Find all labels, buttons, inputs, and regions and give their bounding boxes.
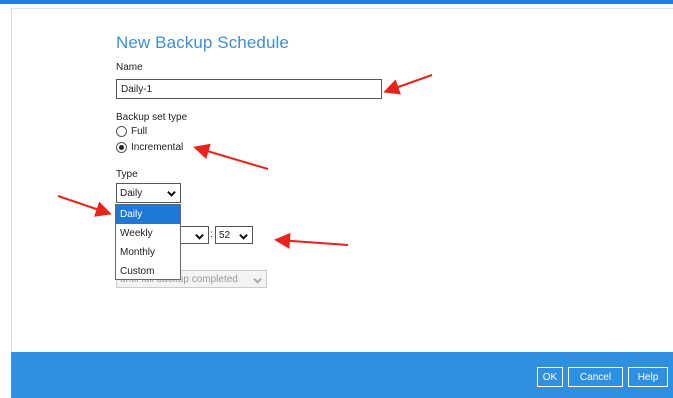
- type-select[interactable]: Daily: [116, 183, 181, 203]
- minute-select[interactable]: 52: [215, 226, 253, 244]
- radio-full[interactable]: Full: [116, 126, 147, 137]
- chevron-down-icon: [167, 190, 176, 197]
- type-select-value: Daily: [120, 187, 143, 199]
- dialog-title: New Backup Schedule: [116, 33, 289, 52]
- type-label: Type: [116, 169, 138, 180]
- chevron-down-icon: [239, 233, 248, 240]
- radio-full-label: Full: [131, 126, 148, 137]
- name-label: Name: [116, 62, 143, 73]
- time-separator: :: [210, 229, 213, 240]
- type-option-monthly[interactable]: Monthly: [116, 243, 180, 262]
- type-option-daily[interactable]: Daily: [116, 205, 180, 224]
- type-option-custom[interactable]: Custom: [116, 262, 180, 281]
- backup-set-type-label: Backup set type: [116, 112, 188, 123]
- cancel-button[interactable]: Cancel: [568, 367, 623, 387]
- radio-full-circle[interactable]: [116, 126, 127, 137]
- chevron-down-icon: [195, 233, 204, 240]
- minute-select-value: 52: [219, 229, 231, 241]
- dialog-panel: [11, 8, 673, 398]
- name-input[interactable]: [116, 79, 382, 99]
- radio-incremental[interactable]: Incremental: [116, 142, 183, 153]
- type-dropdown-list: Daily Weekly Monthly Custom: [115, 204, 181, 280]
- type-option-weekly[interactable]: Weekly: [116, 224, 180, 243]
- window-top-bar: [0, 0, 673, 4]
- ok-button[interactable]: OK: [537, 367, 563, 387]
- radio-incremental-circle[interactable]: [116, 142, 127, 153]
- chevron-down-icon: [253, 277, 262, 284]
- radio-incremental-label: Incremental: [131, 142, 184, 153]
- help-button[interactable]: Help: [628, 367, 668, 387]
